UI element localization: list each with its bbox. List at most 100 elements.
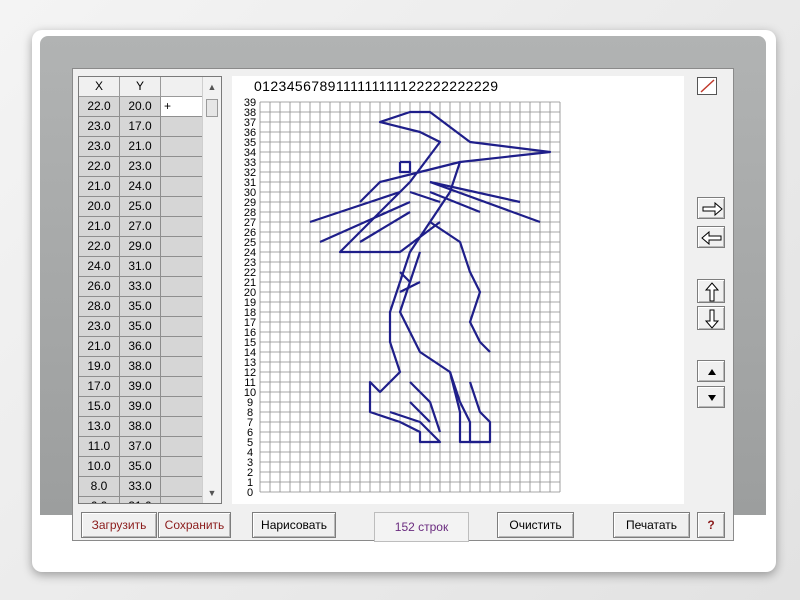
table-row[interactable]: 26.0 33.0 [79, 277, 203, 297]
cell-y[interactable]: 24.0 [120, 177, 161, 197]
cell-mark[interactable] [161, 377, 203, 397]
cell-mark[interactable] [161, 397, 203, 417]
cell-mark[interactable]: + [161, 97, 203, 117]
cell-y[interactable]: 33.0 [120, 477, 161, 497]
cell-y[interactable]: 35.0 [120, 297, 161, 317]
cell-y[interactable]: 29.0 [120, 237, 161, 257]
table-row[interactable]: 10.0 35.0 [79, 457, 203, 477]
scroll-up-icon[interactable]: ▲ [203, 79, 221, 95]
table-row[interactable]: 13.0 38.0 [79, 417, 203, 437]
cell-y[interactable]: 27.0 [120, 217, 161, 237]
scale-down-button[interactable] [697, 386, 725, 408]
cell-x[interactable]: 28.0 [79, 297, 120, 317]
table-row[interactable]: 11.0 37.0 [79, 437, 203, 457]
cell-mark[interactable] [161, 457, 203, 477]
diagonal-line-icon[interactable] [697, 77, 717, 95]
help-button[interactable]: ? [697, 512, 725, 538]
cell-x[interactable]: 23.0 [79, 137, 120, 157]
move-down-button[interactable] [697, 306, 725, 330]
cell-y[interactable]: 25.0 [120, 197, 161, 217]
move-left-button[interactable] [697, 226, 725, 248]
cell-x[interactable]: 17.0 [79, 377, 120, 397]
cell-y[interactable]: 38.0 [120, 417, 161, 437]
table-row[interactable]: 22.0 29.0 [79, 237, 203, 257]
table-row[interactable]: 22.0 20.0 + [79, 97, 203, 117]
cell-mark[interactable] [161, 317, 203, 337]
coordinates-table[interactable]: X Y 22.0 20.0 +23.0 17.0 23.0 21.0 22.0 23.0 21.… [78, 76, 222, 504]
cell-y[interactable]: 17.0 [120, 117, 161, 137]
cell-y[interactable]: 31.0 [120, 497, 161, 503]
cell-x[interactable]: 13.0 [79, 417, 120, 437]
table-row[interactable]: 21.0 36.0 [79, 337, 203, 357]
table-row[interactable]: 17.0 39.0 [79, 377, 203, 397]
cell-x[interactable]: 23.0 [79, 117, 120, 137]
cell-mark[interactable] [161, 297, 203, 317]
cell-y[interactable]: 21.0 [120, 137, 161, 157]
cell-y[interactable]: 35.0 [120, 317, 161, 337]
drawing-grid[interactable]: 3938373635343332313029282726252423222120… [234, 94, 574, 506]
cell-y[interactable]: 39.0 [120, 397, 161, 417]
cell-x[interactable]: 10.0 [79, 457, 120, 477]
cell-y[interactable]: 31.0 [120, 257, 161, 277]
cell-x[interactable]: 8.0 [79, 477, 120, 497]
table-row[interactable]: 15.0 39.0 [79, 397, 203, 417]
print-button[interactable]: Печатать [613, 512, 690, 538]
save-button[interactable]: Сохранить [158, 512, 231, 538]
table-scrollbar[interactable]: ▲ ▼ [202, 77, 221, 503]
cell-mark[interactable] [161, 137, 203, 157]
cell-mark[interactable] [161, 237, 203, 257]
cell-x[interactable]: 22.0 [79, 157, 120, 177]
cell-x[interactable]: 19.0 [79, 357, 120, 377]
cell-mark[interactable] [161, 277, 203, 297]
cell-mark[interactable] [161, 357, 203, 377]
draw-button[interactable]: Нарисовать [252, 512, 336, 538]
cell-x[interactable]: 26.0 [79, 277, 120, 297]
load-button[interactable]: Загрузить [81, 512, 157, 538]
cell-x[interactable]: 22.0 [79, 97, 120, 117]
move-right-button[interactable] [697, 197, 725, 219]
cell-y[interactable]: 35.0 [120, 457, 161, 477]
cell-y[interactable]: 23.0 [120, 157, 161, 177]
move-up-button[interactable] [697, 279, 725, 303]
cell-mark[interactable] [161, 177, 203, 197]
cell-x[interactable]: 6.0 [79, 497, 120, 503]
table-row[interactable]: 8.0 33.0 [79, 477, 203, 497]
cell-x[interactable]: 15.0 [79, 397, 120, 417]
cell-y[interactable]: 33.0 [120, 277, 161, 297]
cell-y[interactable]: 37.0 [120, 437, 161, 457]
cell-x[interactable]: 23.0 [79, 317, 120, 337]
scroll-down-icon[interactable]: ▼ [203, 485, 221, 501]
table-row[interactable]: 21.0 24.0 [79, 177, 203, 197]
cell-y[interactable]: 20.0 [120, 97, 161, 117]
cell-mark[interactable] [161, 337, 203, 357]
cell-x[interactable]: 21.0 [79, 217, 120, 237]
cell-y[interactable]: 36.0 [120, 337, 161, 357]
table-row[interactable]: 20.0 25.0 [79, 197, 203, 217]
table-row[interactable]: 23.0 17.0 [79, 117, 203, 137]
cell-x[interactable]: 22.0 [79, 237, 120, 257]
table-row[interactable]: 21.0 27.0 [79, 217, 203, 237]
cell-x[interactable]: 24.0 [79, 257, 120, 277]
cell-mark[interactable] [161, 437, 203, 457]
cell-mark[interactable] [161, 497, 203, 503]
table-row[interactable]: 19.0 38.0 [79, 357, 203, 377]
cell-mark[interactable] [161, 257, 203, 277]
table-row[interactable]: 23.0 35.0 [79, 317, 203, 337]
table-row[interactable]: 6.031.0 [79, 497, 203, 503]
cell-x[interactable]: 11.0 [79, 437, 120, 457]
cell-y[interactable]: 39.0 [120, 377, 161, 397]
scrollbar-thumb[interactable] [206, 99, 218, 117]
table-row[interactable]: 24.0 31.0 [79, 257, 203, 277]
cell-mark[interactable] [161, 417, 203, 437]
table-row[interactable]: 22.0 23.0 [79, 157, 203, 177]
table-row[interactable]: 28.0 35.0 [79, 297, 203, 317]
cell-mark[interactable] [161, 217, 203, 237]
cell-mark[interactable] [161, 197, 203, 217]
cell-mark[interactable] [161, 117, 203, 137]
cell-x[interactable]: 21.0 [79, 337, 120, 357]
clear-button[interactable]: Очистить [497, 512, 574, 538]
cell-mark[interactable] [161, 477, 203, 497]
cell-x[interactable]: 21.0 [79, 177, 120, 197]
cell-x[interactable]: 20.0 [79, 197, 120, 217]
cell-mark[interactable] [161, 157, 203, 177]
